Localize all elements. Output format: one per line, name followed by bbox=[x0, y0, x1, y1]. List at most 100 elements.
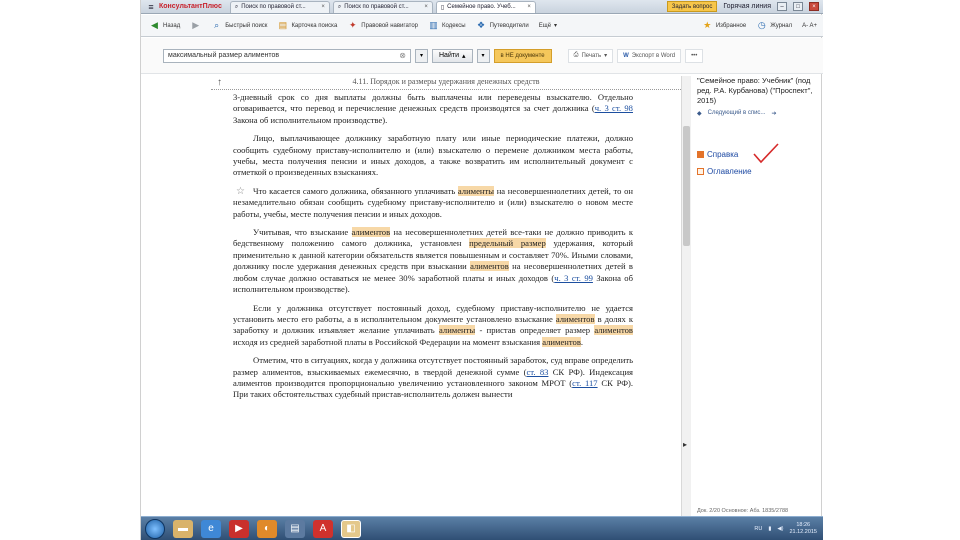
consultant-icon[interactable]: ◧ bbox=[341, 519, 361, 538]
export-word-button[interactable]: W Экспорт в Word bbox=[617, 48, 682, 63]
paragraph: 3-дневный срок со дня выплаты должны быт… bbox=[233, 92, 633, 126]
search-highlight: алименты bbox=[457, 185, 495, 196]
search-card-button[interactable]: ▤ Карточка поиска bbox=[277, 20, 338, 31]
search-options-button[interactable]: ▾ bbox=[415, 48, 428, 63]
tab-document[interactable]: ▯ Семейное право. Учеб... × bbox=[435, 0, 536, 13]
help-link[interactable]: Справка bbox=[697, 150, 738, 159]
book-icon: ▥ bbox=[429, 20, 438, 30]
paragraph: ☆ Что касается самого должника, обязанно… bbox=[233, 185, 633, 220]
paragraph: Учитывая, что взыскание алиментов на нес… bbox=[233, 227, 633, 295]
toc-label: Оглавление bbox=[707, 167, 752, 176]
law-link[interactable]: ч. 3 ст. 99 bbox=[554, 273, 593, 283]
search-input[interactable]: максимальный размер алиментов ⊗ bbox=[163, 48, 411, 63]
navigator-button[interactable]: ✦ Правовой навигатор bbox=[347, 20, 418, 31]
history-button[interactable]: ◷ Журнал bbox=[756, 20, 792, 31]
close-icon[interactable]: × bbox=[321, 4, 325, 10]
document-heading: ↑ 4.11. Порядок и размеры удержания дене… bbox=[211, 76, 681, 90]
arrow-up-icon[interactable]: ↑ bbox=[217, 77, 222, 89]
find-next-button[interactable]: ▾ bbox=[476, 48, 490, 63]
find-button[interactable]: Найти ▴ bbox=[432, 48, 473, 63]
back-button[interactable]: ◀ Назад bbox=[149, 20, 180, 31]
close-icon[interactable]: × bbox=[527, 4, 531, 10]
clock[interactable]: 18:26 21.12.2015 bbox=[789, 522, 817, 536]
clock-time: 18:26 bbox=[796, 521, 811, 528]
clock-date: 21.12.2015 bbox=[789, 528, 817, 535]
volume-icon[interactable]: ◀) bbox=[777, 526, 783, 532]
history-label: Журнал bbox=[770, 22, 793, 29]
font-size-buttons[interactable]: A- A+ bbox=[802, 23, 817, 29]
back-label: Назад bbox=[163, 22, 181, 29]
favorites-button[interactable]: ★ Избранное bbox=[702, 20, 746, 31]
search-highlight: алиментов bbox=[594, 325, 633, 336]
document-body: 3-дневный срок со дня выплаты должны быт… bbox=[233, 92, 633, 408]
browser-window: ≡ КонсультантПлюс ⌕ Поиск по правовой ст… bbox=[140, 0, 823, 540]
taskbar: ▬ e ▶ ◐ ▤ A ◧ RU ▮ ◀) 18:26 21.12.2015 bbox=[141, 516, 823, 540]
chevron-down-icon: ▾ bbox=[604, 53, 608, 59]
printer-icon: ⎙ bbox=[573, 52, 579, 58]
close-icon[interactable]: × bbox=[424, 4, 428, 10]
quick-search-button[interactable]: ⌕ Быстрый поиск bbox=[211, 20, 267, 31]
guides-label: Путеводители bbox=[489, 22, 529, 29]
law-link[interactable]: ч. 3 ст. 98 bbox=[595, 103, 633, 113]
chevron-up-icon: ▴ bbox=[461, 52, 466, 60]
search-highlight bbox=[513, 238, 521, 249]
browser-icon[interactable]: e bbox=[201, 519, 221, 538]
search-highlight: алиментов bbox=[542, 336, 581, 347]
forward-button[interactable]: ▶ bbox=[190, 20, 201, 31]
toc-link[interactable]: Оглавление bbox=[697, 167, 752, 176]
guides-button[interactable]: ❖ Путеводители bbox=[476, 20, 529, 31]
clear-icon[interactable]: ⊗ bbox=[399, 51, 406, 60]
more-button[interactable]: Ещё ▾ bbox=[538, 22, 557, 30]
search-highlight: алиментов bbox=[555, 313, 595, 324]
search-highlight: алименты bbox=[439, 325, 476, 336]
text: Лицо, выплачивающее должнику заработную … bbox=[233, 133, 633, 178]
minimize-button[interactable]: – bbox=[777, 2, 787, 11]
codes-button[interactable]: ▥ Кодексы bbox=[428, 20, 465, 31]
arrow-right-icon[interactable]: ➔ bbox=[771, 110, 776, 117]
main-toolbar: ◀ Назад ▶ ⌕ Быстрый поиск ▤ Карточка пои… bbox=[141, 15, 823, 37]
law-link[interactable]: ст. 117 bbox=[572, 378, 597, 388]
scrollbar-thumb[interactable] bbox=[683, 126, 690, 246]
favorites-label: Избранное bbox=[715, 22, 747, 29]
close-window-button[interactable]: × bbox=[809, 2, 819, 11]
print-button[interactable]: ⎙ Печать ▾ bbox=[567, 48, 614, 63]
help-icon bbox=[697, 151, 704, 158]
panel-toggle-icon[interactable]: ▸ bbox=[683, 440, 687, 449]
quick-search-label: Быстрый поиск bbox=[225, 22, 268, 29]
player-icon[interactable]: ◐ bbox=[257, 519, 277, 538]
in-document-button[interactable]: в НЕ документе bbox=[493, 48, 552, 63]
menu-icon[interactable]: ≡ bbox=[145, 1, 157, 13]
pdf-icon[interactable]: A bbox=[313, 519, 333, 538]
more-label: Ещё bbox=[538, 22, 552, 29]
hotline-link[interactable]: Горячая линия bbox=[723, 3, 771, 10]
magnifier-icon: ⌕ bbox=[214, 20, 220, 30]
paragraph: Отметим, что в ситуациях, когда у должни… bbox=[233, 355, 633, 401]
tab-search-1[interactable]: ⌕ Поиск по правовой ст... × bbox=[229, 0, 330, 13]
tab-search-2[interactable]: ⌕ Поиск по правовой ст... × bbox=[332, 0, 433, 13]
paragraph: Лицо, выплачивающее должнику заработную … bbox=[233, 133, 633, 179]
more-actions-button[interactable]: ••• bbox=[685, 48, 704, 63]
search-highlight: предельный bbox=[469, 238, 514, 249]
start-button[interactable] bbox=[145, 518, 165, 539]
notepad-icon[interactable]: ▤ bbox=[285, 519, 305, 538]
maximize-button[interactable]: □ bbox=[793, 2, 803, 11]
document-view: ↑ 4.11. Порядок и размеры удержания дене… bbox=[211, 76, 681, 516]
clock-icon: ◷ bbox=[757, 20, 766, 30]
heading-text: 4.11. Порядок и размеры удержания денежн… bbox=[352, 77, 540, 86]
guide-icon: ❖ bbox=[477, 20, 486, 30]
find-label: Найти bbox=[439, 52, 459, 59]
star-icon: ★ bbox=[703, 20, 712, 30]
text: - пристав определяет размер bbox=[475, 325, 595, 336]
network-icon[interactable]: ▮ bbox=[768, 526, 771, 532]
folder-icon[interactable]: ▬ bbox=[173, 519, 193, 538]
next-in-list[interactable]: ◆ Следующий в спис... ➔ bbox=[697, 110, 822, 117]
language-indicator[interactable]: RU bbox=[754, 526, 762, 532]
media-icon[interactable]: ▶ bbox=[229, 519, 249, 538]
arrow-left-icon[interactable]: ◆ bbox=[697, 110, 702, 117]
more-actions-label: ••• bbox=[691, 52, 698, 59]
document-scrollbar[interactable] bbox=[681, 76, 691, 516]
ask-question-button[interactable]: Задать вопрос bbox=[666, 1, 718, 12]
checkmark-annotation-icon bbox=[753, 143, 779, 164]
bookmark-star-icon[interactable]: ☆ bbox=[216, 186, 245, 197]
law-link[interactable]: ст. 83 bbox=[526, 367, 548, 377]
